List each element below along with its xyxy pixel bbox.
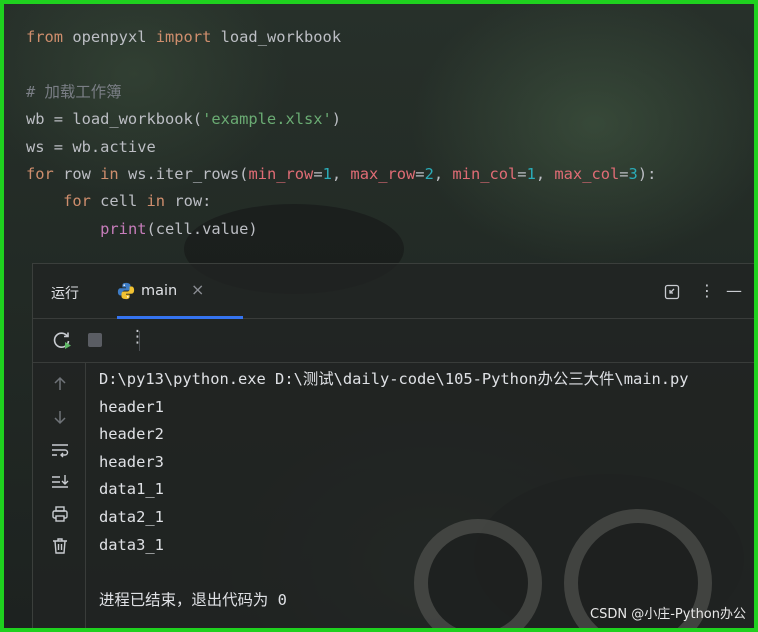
console-line: header2 xyxy=(99,425,164,444)
code-token: 1 xyxy=(322,164,332,183)
code-line: for cell in row: xyxy=(26,188,744,215)
rerun-icon[interactable] xyxy=(52,330,72,350)
tab-main[interactable]: main × xyxy=(117,264,243,319)
console-line: D:\py13\python.exe D:\测试\daily-code\105-… xyxy=(99,370,689,388)
soft-wrap-icon[interactable] xyxy=(50,440,70,460)
code-line: print(cell.value) xyxy=(26,216,744,243)
code-token: # 加载工作簿 xyxy=(26,82,122,101)
code-token: , xyxy=(535,164,555,183)
code-editor[interactable]: from openpyxl import load_workbook # 加载工作… xyxy=(26,24,744,243)
run-panel-title: 运行 xyxy=(51,286,79,302)
close-icon[interactable]: × xyxy=(191,280,204,299)
code-token: ws = wb.active xyxy=(26,137,156,156)
console-line: header3 xyxy=(99,452,164,471)
code-token: row xyxy=(53,164,101,183)
code-token: 3 xyxy=(628,164,638,183)
code-line: from openpyxl import load_workbook xyxy=(26,24,744,51)
code-token: ): xyxy=(637,164,657,183)
arrow-up-icon[interactable] xyxy=(50,374,70,394)
code-token: 2 xyxy=(424,164,434,183)
code-token: from xyxy=(26,28,64,46)
code-token: , xyxy=(331,164,351,183)
code-token: min_row xyxy=(248,164,314,183)
tab-main-label: main xyxy=(141,283,178,299)
minimize-icon[interactable]: — xyxy=(726,281,742,300)
code-token: ws.iter_rows( xyxy=(118,164,249,183)
code-token: max_row xyxy=(350,164,416,183)
code-token: openpyxl xyxy=(63,28,156,46)
run-panel-header: 运行 main × ⋮ — xyxy=(33,264,754,319)
restore-layout-icon[interactable] xyxy=(664,284,680,300)
code-token: cell xyxy=(90,192,147,211)
code-token: min_col xyxy=(452,164,518,183)
code-token: = xyxy=(517,164,527,183)
console-side-toolbar xyxy=(33,362,86,628)
code-token: max_col xyxy=(554,164,620,183)
more-options-icon[interactable]: ⋮ xyxy=(699,281,715,300)
code-token: in xyxy=(100,164,119,183)
scroll-to-end-icon[interactable] xyxy=(50,472,70,492)
code-token: for xyxy=(26,164,54,183)
print-icon[interactable] xyxy=(50,504,70,524)
more-options-icon[interactable]: ⋮ xyxy=(129,327,149,347)
arrow-down-icon[interactable] xyxy=(50,407,70,427)
console-output[interactable]: D:\py13\python.exe D:\测试\daily-code\105-… xyxy=(99,366,753,614)
stop-icon[interactable] xyxy=(85,330,105,350)
code-token: import xyxy=(155,28,212,46)
code-token: in xyxy=(146,192,166,211)
code-token: = xyxy=(313,164,323,183)
console-line: data1_1 xyxy=(99,480,164,499)
code-token: load_workbook xyxy=(211,28,342,46)
code-token: for xyxy=(63,192,91,211)
trash-icon[interactable] xyxy=(50,536,70,556)
code-token: = xyxy=(415,164,425,183)
code-token: wb = load_workbook( xyxy=(26,110,203,129)
code-token: 1 xyxy=(526,164,536,183)
run-tool-window: 运行 main × ⋮ — ⋮ D:\py13\python.exe D:\测试… xyxy=(32,263,754,628)
code-token: , xyxy=(433,164,453,183)
console-line: data2_1 xyxy=(99,507,164,526)
window-frame: from openpyxl import load_workbook # 加载工作… xyxy=(0,0,758,632)
watermark: CSDN @小庄-Python办公 xyxy=(590,607,746,622)
run-toolbar: ⋮ xyxy=(33,318,754,363)
console-line: header1 xyxy=(99,397,164,416)
code-line: wb = load_workbook('example.xlsx') xyxy=(26,106,744,133)
code-line: ws = wb.active xyxy=(26,134,744,161)
code-line: # 加载工作簿 xyxy=(26,79,744,106)
code-token: print xyxy=(100,219,147,238)
code-line: for row in ws.iter_rows(min_row=1, max_r… xyxy=(26,161,744,188)
console-line: data3_1 xyxy=(99,535,164,554)
python-icon xyxy=(117,282,135,300)
code-token: 'example.xlsx' xyxy=(202,110,332,129)
code-token: (cell.value) xyxy=(146,219,258,238)
code-token: row: xyxy=(165,192,212,211)
code-token: = xyxy=(619,164,629,183)
code-token: ) xyxy=(331,110,342,129)
